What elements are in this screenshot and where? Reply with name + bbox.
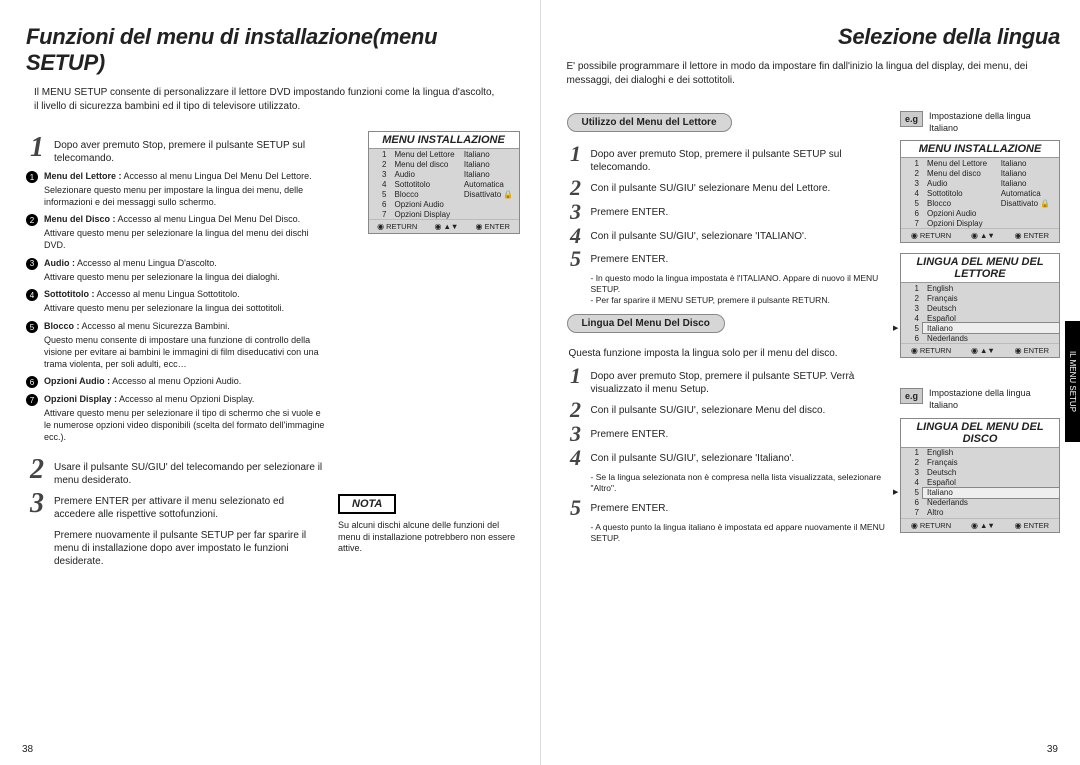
s1-num-4: 4 xyxy=(567,226,585,246)
osd-setup-right: MENU INSTALLAZIONE1Menu del LettoreItali… xyxy=(900,140,1060,243)
s2-num-1: 1 xyxy=(567,366,585,386)
bullet-num-icon: 5 xyxy=(26,321,38,333)
bullet-num-icon: 2 xyxy=(26,214,38,226)
left-step3b: Premere nuovamente il pulsante SETUP per… xyxy=(54,525,326,568)
sec2-intro: Questa funzione imposta la lingua solo p… xyxy=(569,343,889,360)
osd-disco: LINGUA DEL MENU DEL DISCO1English2França… xyxy=(900,418,1060,533)
eg-text-2: Impostazione della lingua Italiano xyxy=(929,388,1060,411)
bullet-desc-7: Attivare questo menu per selezionare il … xyxy=(44,408,326,443)
s1-txt-1: Dopo aver premuto Stop, premere il pulsa… xyxy=(591,144,889,174)
s1n-1: - Per far sparire il MENU SETUP, premere… xyxy=(591,295,889,306)
left-step3: Premere ENTER per attivare il menu selez… xyxy=(54,491,326,521)
s1-txt-4: Con il pulsante SU/GIU', selezionare 'IT… xyxy=(591,226,889,243)
step-num-1: 1 xyxy=(26,135,48,160)
page-left: Funzioni del menu di installazione(menu … xyxy=(0,0,541,765)
nota-text: Su alcuni dischi alcune delle funzioni d… xyxy=(338,520,520,555)
subheader-disco: Lingua Del Menu Del Disco xyxy=(567,314,725,333)
bullet-5: 5Blocco : Accesso al menu Sicurezza Bamb… xyxy=(26,321,326,333)
bullet-num-icon: 4 xyxy=(26,289,38,301)
s2-num-3: 3 xyxy=(567,424,585,444)
s2-num-2: 2 xyxy=(567,400,585,420)
right-title: Selezione della lingua xyxy=(567,24,1061,50)
nota-label: NOTA xyxy=(338,494,396,514)
bullet-4: 4Sottotitolo : Accesso al menu Lingua So… xyxy=(26,289,326,301)
right-intro: E' possibile programmare il lettore in m… xyxy=(567,60,1061,87)
bullet-num-icon: 1 xyxy=(26,171,38,183)
left-step1: Dopo aver premuto Stop, premere il pulsa… xyxy=(54,135,326,165)
s2-num-5: 5 xyxy=(567,498,585,518)
bullet-1: 1Menu del Lettore : Accesso al menu Ling… xyxy=(26,171,326,183)
bullet-desc-5: Questo menu consente di impostare una fu… xyxy=(44,335,326,370)
s2-txt-4: Con il pulsante SU/GIU', selezionare 'It… xyxy=(591,448,889,465)
page-spread: Funzioni del menu di installazione(menu … xyxy=(0,0,1080,765)
left-title: Funzioni del menu di installazione(menu … xyxy=(26,24,520,76)
s1n-0: - In questo modo la lingua impostata è l… xyxy=(591,273,889,295)
eg-badge-2: e.g xyxy=(900,388,923,404)
subheader-lettore: Utilizzo del Menu del Lettore xyxy=(567,113,732,132)
bullet-desc-2: Attivare questo menu per selezionare la … xyxy=(44,228,326,251)
osd-lettore: LINGUA DEL MENU DEL LETTORE1English2Fran… xyxy=(900,253,1060,358)
step-num-2: 2 xyxy=(26,457,48,482)
left-intro: Il MENU SETUP consente di personalizzare… xyxy=(34,86,496,113)
side-tab: IL MENU SETUP xyxy=(1065,321,1080,442)
bullet-3: 3Audio : Accesso al menu Lingua D'ascolt… xyxy=(26,258,326,270)
s1-txt-2: Con il pulsante SU/GIU' selezionare Menu… xyxy=(591,178,889,195)
s1-num-2: 2 xyxy=(567,178,585,198)
bullet-2: 2Menu del Disco : Accesso al menu Lingua… xyxy=(26,214,326,226)
bullet-desc-4: Attivare questo menu per selezionare la … xyxy=(44,303,326,315)
bullet-6: 6Opzioni Audio : Accesso al menu Opzioni… xyxy=(26,376,326,388)
s1-txt-5: Premere ENTER. xyxy=(591,249,889,266)
bullet-num-icon: 3 xyxy=(26,258,38,270)
step-num-3: 3 xyxy=(26,491,48,516)
bullet-desc-1: Selezionare questo menu per impostare la… xyxy=(44,185,326,208)
eg-badge-1: e.g xyxy=(900,111,923,127)
left-step2: Usare il pulsante SU/GIU' del telecomand… xyxy=(54,457,326,487)
s2-txt-1: Dopo aver premuto Stop, premere il pulsa… xyxy=(591,366,889,396)
bullet-num-icon: 6 xyxy=(26,376,38,388)
s2n2-0: - A questo punto la lingua italiano è im… xyxy=(591,522,889,544)
bullet-num-icon: 7 xyxy=(26,394,38,406)
bullet-desc-3: Attivare questo menu per selezionare la … xyxy=(44,272,326,284)
s1-num-3: 3 xyxy=(567,202,585,222)
page-right: Selezione della lingua E' possibile prog… xyxy=(541,0,1080,765)
page-number-left: 38 xyxy=(22,744,33,755)
s2-num-4: 4 xyxy=(567,448,585,468)
s1-num-5: 5 xyxy=(567,249,585,269)
bullet-7: 7Opzioni Display : Accesso al menu Opzio… xyxy=(26,394,326,406)
s2-txt-3: Premere ENTER. xyxy=(591,424,889,441)
s1-txt-3: Premere ENTER. xyxy=(591,202,889,219)
s1-num-1: 1 xyxy=(567,144,585,164)
s2n-0: - Se la lingua selezionata non è compres… xyxy=(591,472,889,494)
s2-txt-2: Con il pulsante SU/GIU', selezionare Men… xyxy=(591,400,889,417)
eg-text-1: Impostazione della lingua Italiano xyxy=(929,111,1060,134)
s2-step5: Premere ENTER. xyxy=(591,498,889,515)
osd-setup-left: MENU INSTALLAZIONE1Menu del LettoreItali… xyxy=(368,131,520,234)
page-number-right: 39 xyxy=(1047,744,1058,755)
